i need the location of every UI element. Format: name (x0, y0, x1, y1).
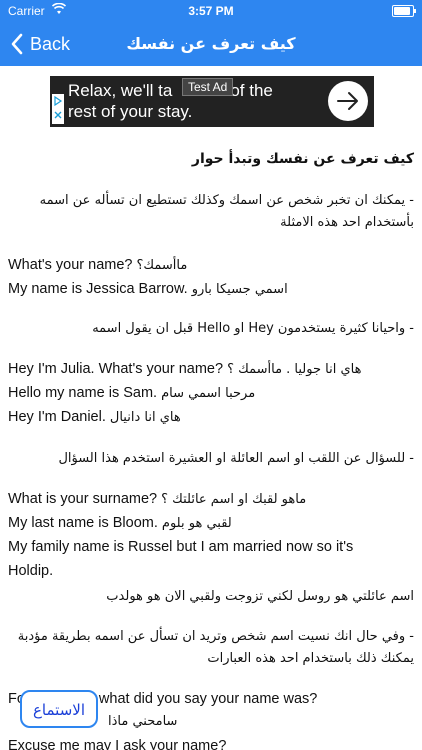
example-row: What's your name? ماأسمك؟ (8, 256, 414, 275)
example-arabic: ماهو لقبك او اسم عائلتك ؟ (161, 492, 307, 507)
example-english: Hey I'm Daniel. (8, 409, 106, 425)
example-row: Hey I'm Julia. What's your name? هاي انا… (8, 360, 414, 379)
ad-line2: rest of your stay. (68, 102, 193, 121)
adchoices-icon[interactable] (52, 94, 64, 124)
navigation-bar: Back كيف تعرف عن نفسك (0, 22, 422, 66)
ad-banner[interactable]: Relax, we'll ta of the rest of your stay.… (50, 76, 374, 127)
paragraph-forgot-name-line2: يمكنك ذلك باستخدام احد هذه العبارات (207, 651, 414, 666)
example-arabic-line: اسم عائلتي هو روسل لكني تزوجت ولقبي الان… (106, 589, 414, 604)
chevron-left-icon (11, 33, 23, 55)
paragraph-intro-line1: - يمكنك ان تخبر شخص عن اسمك وكذلك تستطيع… (39, 193, 414, 208)
example-row: Hello my name is Sam. مرحبا اسمي سام (8, 384, 414, 403)
ad-line1: Relax, we'll ta (68, 81, 173, 100)
arrow-right-icon (337, 92, 358, 110)
example-arabic: هاي انا دانيال (109, 410, 181, 425)
example-arabic: ماأسمك؟ (136, 258, 188, 273)
example-english: Hey I'm Julia. What's your name? (8, 361, 224, 377)
example-english: Hello my name is Sam. (8, 385, 158, 401)
battery-icon (392, 5, 416, 17)
example-english: My name is Jessica Barrow. (8, 281, 188, 297)
ad-line1-tail: of the (230, 81, 273, 100)
example-row: My last name is Bloom. لقبي هو بلوم (8, 514, 414, 533)
example-english-line: My family name is Russel but I am marrie… (8, 539, 354, 555)
example-row: My name is Jessica Barrow. اسمي جسيكا با… (8, 280, 414, 299)
example-arabic: اسمي جسيكا بارو (191, 282, 288, 297)
example-arabic: سامحني ماذا (108, 714, 178, 729)
example-row: Hey I'm Daniel. هاي انا دانيال (8, 408, 414, 427)
example-english: what did you say your name was? (98, 691, 318, 707)
example-arabic: هاي انا جوليا . ماأسمك ؟ (227, 362, 362, 377)
back-button[interactable]: Back (10, 30, 70, 58)
paragraph-forgot-name-line1: - وفي حال انك نسيت اسم شخص وتريد ان تسأل… (17, 629, 414, 644)
listen-button[interactable]: الاستماع (20, 690, 98, 728)
paragraph-hey-hello: - واحيانا كثيرة يستخدمون Hey او Hello قب… (92, 321, 414, 336)
article-content[interactable]: كيف تعرف عن نفسك وتبدأ حوار - يمكنك ان ت… (0, 140, 422, 750)
example-arabic: مرحبا اسمي سام (161, 386, 256, 401)
article-heading: كيف تعرف عن نفسك وتبدأ حوار (191, 151, 414, 167)
example-english-line: Holdip. (8, 563, 54, 579)
example-row: What is your surname? ماهو لقبك او اسم ع… (8, 490, 414, 509)
paragraph-intro-line2: بأستخدام احد هذه الامثلة (280, 215, 414, 230)
battery-level (394, 7, 410, 15)
ad-cta-button[interactable] (328, 81, 368, 121)
paragraph-surname: - للسؤال عن اللقب او اسم العائلة او العش… (58, 451, 414, 466)
back-label: Back (30, 33, 71, 54)
status-time: 3:57 PM (188, 4, 234, 18)
example-english: What's your name? (8, 257, 133, 273)
example-arabic: لقبي هو بلوم (161, 516, 232, 531)
status-bar: Carrier 3:57 PM (0, 0, 422, 22)
example-english: My last name is Bloom. (8, 515, 158, 531)
example-english: What is your surname? (8, 491, 158, 507)
example-english-line: Excuse me may I ask your name? (8, 738, 227, 750)
test-ad-badge: Test Ad (182, 78, 234, 96)
